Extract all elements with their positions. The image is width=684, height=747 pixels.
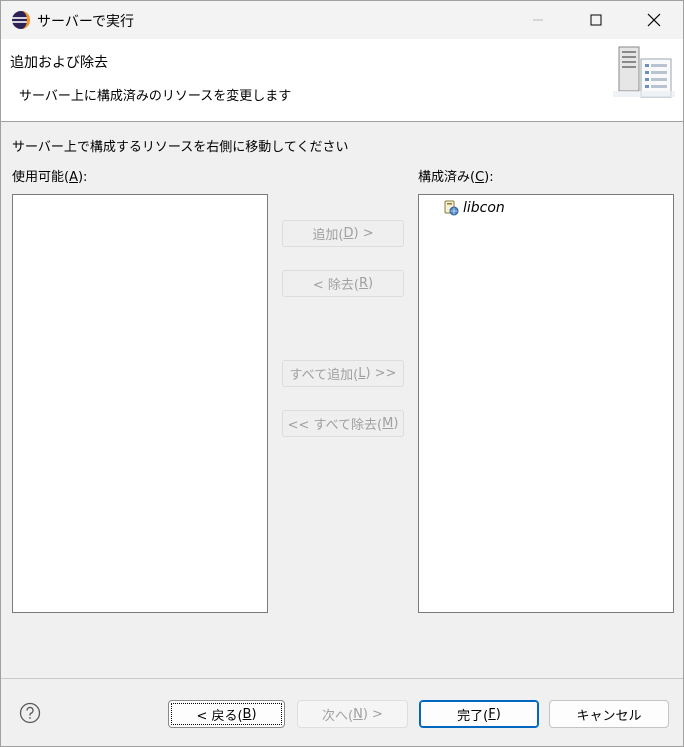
back-button[interactable]: < 戻る(B) [168, 700, 285, 728]
wizard-banner: 追加および除去 サーバー上に構成済みのリソースを変更します [1, 39, 683, 122]
maximize-button[interactable] [567, 1, 625, 39]
configured-label: 構成済み(C): [418, 166, 494, 185]
remove-button-label: < 除去( [312, 278, 359, 293]
server-list-graphic-icon [613, 46, 675, 98]
configured-label-text: 構成済み( [418, 170, 476, 185]
instruction-text: サーバー上で構成するリソースを右側に移動してください [12, 140, 349, 155]
configured-list[interactable]: libcon [418, 194, 674, 613]
add-all-button-label: すべて追加( [289, 368, 359, 383]
next-button-mnemonic: N [353, 706, 363, 722]
remove-all-button-mnemonic: M [382, 416, 394, 431]
list-item[interactable]: libcon [443, 198, 505, 218]
finish-button-mnemonic: F [488, 706, 496, 722]
available-label-mnemonic: A [69, 170, 78, 185]
next-button-label: 次へ( [322, 708, 354, 724]
remove-all-button[interactable]: << すべて除去(M) [282, 410, 404, 437]
next-button[interactable]: 次へ(N) > [297, 700, 408, 728]
finish-button-suffix: ) [495, 706, 501, 722]
available-label: 使用可能(A): [12, 166, 87, 185]
run-on-server-dialog: サーバーで実行 追加および除去 サーバー上に構成済みのリソースを変更します サー… [0, 0, 684, 747]
web-module-icon [444, 200, 459, 216]
add-button-mnemonic: D [343, 226, 354, 241]
banner-title: 追加および除去 [10, 55, 108, 71]
remove-all-button-label: << すべて除去( [287, 418, 383, 433]
configured-label-suffix: ): [484, 170, 494, 185]
remove-button-suffix: ) [368, 276, 374, 291]
title-bar[interactable]: サーバーで実行 [1, 1, 683, 39]
footer-divider [1, 678, 683, 679]
add-all-button-mnemonic: L [358, 366, 366, 381]
remove-button-mnemonic: R [358, 276, 369, 291]
available-label-text: 使用可能( [12, 170, 70, 185]
eclipse-app-icon [12, 11, 30, 29]
minimize-button[interactable] [509, 1, 567, 39]
finish-button-label: 完了( [457, 708, 489, 724]
remove-all-button-suffix: ) [393, 416, 399, 431]
add-button[interactable]: 追加(D) > [282, 220, 404, 247]
back-button-mnemonic: B [242, 706, 252, 722]
back-button-label: < 戻る( [196, 708, 243, 724]
next-button-suffix: ) > [362, 706, 383, 722]
window-title: サーバーで実行 [37, 14, 135, 30]
available-list[interactable] [12, 194, 268, 613]
close-button[interactable] [625, 1, 683, 39]
banner-message: サーバー上に構成済みのリソースを変更します [19, 89, 292, 104]
remove-button[interactable]: < 除去(R) [282, 270, 404, 297]
add-all-button-suffix: ) >> [365, 366, 397, 381]
finish-button[interactable]: 完了(F) [419, 700, 539, 728]
add-all-button[interactable]: すべて追加(L) >> [282, 360, 404, 387]
maximize-icon [590, 14, 602, 26]
configured-label-mnemonic: C [475, 170, 485, 185]
close-icon [647, 13, 661, 27]
cancel-button[interactable]: キャンセル [549, 700, 669, 728]
back-button-suffix: ) [251, 706, 257, 722]
help-icon[interactable] [19, 702, 41, 724]
available-label-suffix: ): [77, 170, 88, 185]
add-button-label: 追加( [312, 228, 344, 243]
add-button-suffix: ) > [353, 226, 374, 241]
minimize-icon [533, 19, 543, 21]
list-item-label: libcon [463, 200, 505, 216]
